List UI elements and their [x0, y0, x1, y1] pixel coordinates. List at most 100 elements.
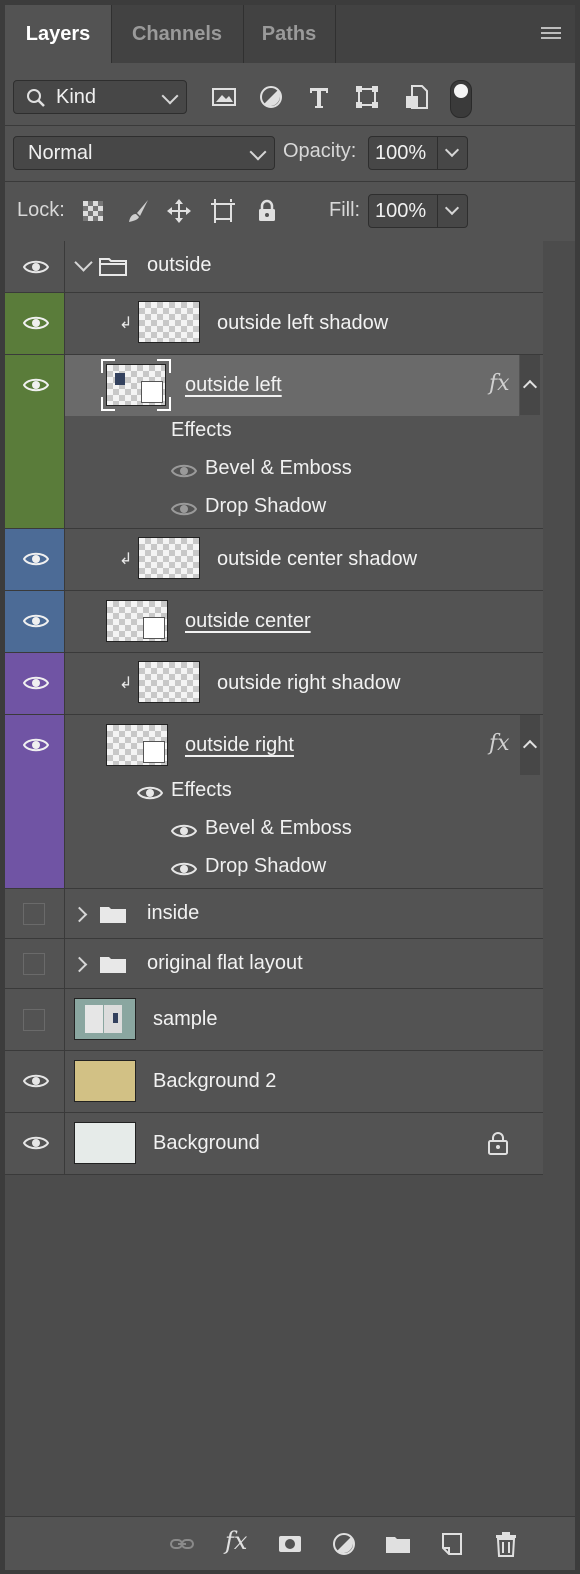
layer-row-original-flat-layout[interactable]: original flat layout: [5, 939, 543, 989]
layer-row-outside-right[interactable]: outside right fx Effects Bevel & Emboss …: [5, 715, 543, 889]
layer-name[interactable]: outside right shadow: [217, 672, 400, 695]
pixel-filter-icon[interactable]: [210, 83, 238, 111]
effects-label[interactable]: Effects: [171, 419, 232, 442]
adjustment-filter-icon[interactable]: [257, 83, 285, 111]
visibility-cell[interactable]: [5, 653, 65, 714]
eye-icon[interactable]: [23, 675, 49, 691]
visibility-cell[interactable]: [5, 591, 65, 652]
layer-name[interactable]: sample: [153, 1008, 217, 1031]
layer-row-outside[interactable]: outside: [5, 241, 543, 293]
eye-icon[interactable]: [23, 1135, 49, 1151]
effect-eye-icon[interactable]: [171, 463, 197, 479]
blend-mode-dropdown[interactable]: Normal: [13, 136, 275, 170]
layer-name[interactable]: outside center shadow: [217, 548, 417, 571]
eye-icon[interactable]: [23, 377, 49, 393]
lock-all-icon[interactable]: [253, 197, 281, 225]
layer-thumbnail: [138, 537, 200, 579]
layers-panel: Layers Channels Paths Kind Normal Opacit…: [5, 5, 575, 1570]
visibility-cell[interactable]: [5, 715, 65, 888]
effect-name[interactable]: Bevel & Emboss: [205, 817, 352, 840]
lock-artboard-icon[interactable]: [209, 197, 237, 225]
tab-layers[interactable]: Layers: [5, 5, 112, 63]
smart-object-badge-icon: [143, 617, 165, 639]
eye-icon[interactable]: [23, 1073, 49, 1089]
shape-filter-icon[interactable]: [353, 83, 381, 111]
delete-layer-trash-icon[interactable]: [493, 1531, 519, 1557]
layer-row-outside-center-shadow[interactable]: ↲ outside center shadow: [5, 529, 543, 591]
lock-image-pixels-brush-icon[interactable]: [124, 197, 152, 225]
visibility-cell[interactable]: [5, 889, 65, 938]
tab-channels[interactable]: Channels: [111, 5, 244, 63]
fx-badge[interactable]: fx: [489, 731, 510, 756]
layer-row-outside-left[interactable]: outside left fx Effects Bevel & Emboss D…: [5, 355, 543, 529]
eye-icon[interactable]: [23, 551, 49, 567]
link-layers-icon[interactable]: [169, 1531, 195, 1557]
panel-menu-icon[interactable]: [541, 27, 561, 41]
lock-position-move-icon[interactable]: [165, 197, 193, 225]
visibility-off-box[interactable]: [23, 903, 45, 925]
fx-badge[interactable]: fx: [489, 371, 510, 396]
filter-kind-dropdown[interactable]: Kind: [13, 80, 187, 114]
visibility-cell[interactable]: [5, 989, 65, 1050]
fill-dropdown-button[interactable]: [438, 194, 468, 228]
layer-row-outside-right-shadow[interactable]: ↲ outside right shadow: [5, 653, 543, 715]
opacity-dropdown-button[interactable]: [438, 136, 468, 170]
eye-icon[interactable]: [23, 259, 49, 275]
layer-row-background-2[interactable]: Background 2: [5, 1051, 543, 1113]
visibility-cell[interactable]: [5, 293, 65, 354]
eye-icon[interactable]: [23, 315, 49, 331]
layer-name[interactable]: Background: [153, 1132, 260, 1155]
layer-row-outside-left-shadow[interactable]: ↲ outside left shadow: [5, 293, 543, 355]
visibility-cell[interactable]: [5, 529, 65, 590]
layer-row-inside[interactable]: inside: [5, 889, 543, 939]
eye-icon[interactable]: [23, 613, 49, 629]
layer-name[interactable]: outside right: [185, 734, 294, 757]
layer-row-sample[interactable]: sample: [5, 989, 543, 1051]
effect-name[interactable]: Drop Shadow: [205, 495, 326, 518]
add-mask-icon[interactable]: [277, 1531, 303, 1557]
collapse-effects-chevron-up-icon[interactable]: [520, 715, 540, 775]
layer-name[interactable]: original flat layout: [147, 952, 303, 975]
new-group-folder-icon[interactable]: [385, 1531, 411, 1557]
collapse-effects-chevron-up-icon[interactable]: [520, 355, 540, 415]
add-layer-style-fx-icon[interactable]: fx: [225, 1527, 247, 1555]
layer-row-outside-center[interactable]: outside center: [5, 591, 543, 653]
fill-field[interactable]: 100%: [368, 194, 438, 228]
effect-eye-icon[interactable]: [171, 861, 197, 877]
layers-list: outside ↲ outside left shadow outside le…: [5, 241, 575, 1516]
new-layer-icon[interactable]: [439, 1531, 465, 1557]
effect-eye-icon[interactable]: [171, 501, 197, 517]
layer-row-background[interactable]: Background: [5, 1113, 543, 1175]
opacity-field[interactable]: 100%: [368, 136, 438, 170]
effects-eye-icon[interactable]: [137, 785, 163, 801]
layer-name[interactable]: outside left shadow: [217, 312, 388, 335]
filter-toggle-switch[interactable]: [450, 80, 472, 118]
layer-name[interactable]: outside: [147, 254, 212, 277]
layer-name[interactable]: outside left: [185, 374, 282, 397]
chevron-down-icon[interactable]: [74, 253, 93, 272]
effect-name[interactable]: Drop Shadow: [205, 855, 326, 878]
layer-name[interactable]: outside center: [185, 610, 311, 633]
layer-name[interactable]: Background 2: [153, 1070, 276, 1093]
visibility-cell[interactable]: [5, 355, 65, 528]
type-filter-icon[interactable]: [305, 83, 333, 111]
eye-icon[interactable]: [23, 737, 49, 753]
chevron-right-icon[interactable]: [71, 906, 88, 923]
effects-label[interactable]: Effects: [171, 779, 232, 802]
layer-name[interactable]: inside: [147, 902, 199, 925]
visibility-cell[interactable]: [5, 241, 65, 292]
effect-name[interactable]: Bevel & Emboss: [205, 457, 352, 480]
chevron-right-icon[interactable]: [71, 956, 88, 973]
visibility-cell[interactable]: [5, 1051, 65, 1112]
layer-thumbnail: [74, 998, 136, 1040]
visibility-off-box[interactable]: [23, 953, 45, 975]
smart-object-filter-icon[interactable]: [402, 83, 430, 111]
visibility-off-box[interactable]: [23, 1009, 45, 1031]
tab-paths[interactable]: Paths: [243, 5, 336, 63]
tab-bar: Layers Channels Paths: [5, 5, 575, 63]
effect-eye-icon[interactable]: [171, 823, 197, 839]
new-adjustment-layer-icon[interactable]: [331, 1531, 357, 1557]
visibility-cell[interactable]: [5, 1113, 65, 1174]
lock-transparent-pixels-icon[interactable]: [79, 197, 107, 225]
visibility-cell[interactable]: [5, 939, 65, 988]
